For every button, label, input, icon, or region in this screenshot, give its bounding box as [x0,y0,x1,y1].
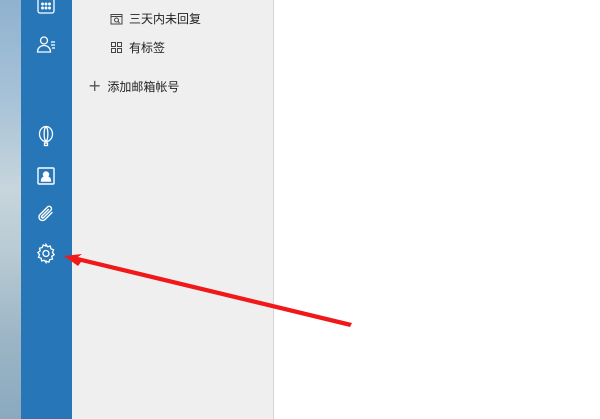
icon-rail [21,0,72,419]
folder-pane: 三天内未回复 有标签 + 添加邮箱帐号 [72,0,274,419]
settings-gear-icon[interactable] [34,241,58,265]
desktop-wallpaper-strip [0,0,21,419]
tag-grid-icon [111,41,122,53]
calendar-folder-icon [110,13,123,24]
calendar-grid-icon[interactable] [34,0,58,19]
attachment-icon[interactable] [34,202,58,226]
add-account-label: 添加邮箱帐号 [107,79,180,94]
add-account-button[interactable]: + 添加邮箱帐号 [88,76,179,96]
folder-item-tagged[interactable]: 有标签 [110,37,165,57]
content-area [275,0,600,419]
folder-item-label: 有标签 [129,40,166,55]
folder-item-unreplied[interactable]: 三天内未回复 [110,8,201,28]
plus-icon: + [88,76,102,95]
folder-item-label: 三天内未回复 [129,11,202,26]
contact-card-icon[interactable] [34,164,58,188]
contacts-icon[interactable] [34,32,58,56]
balloon-icon[interactable] [34,124,58,148]
